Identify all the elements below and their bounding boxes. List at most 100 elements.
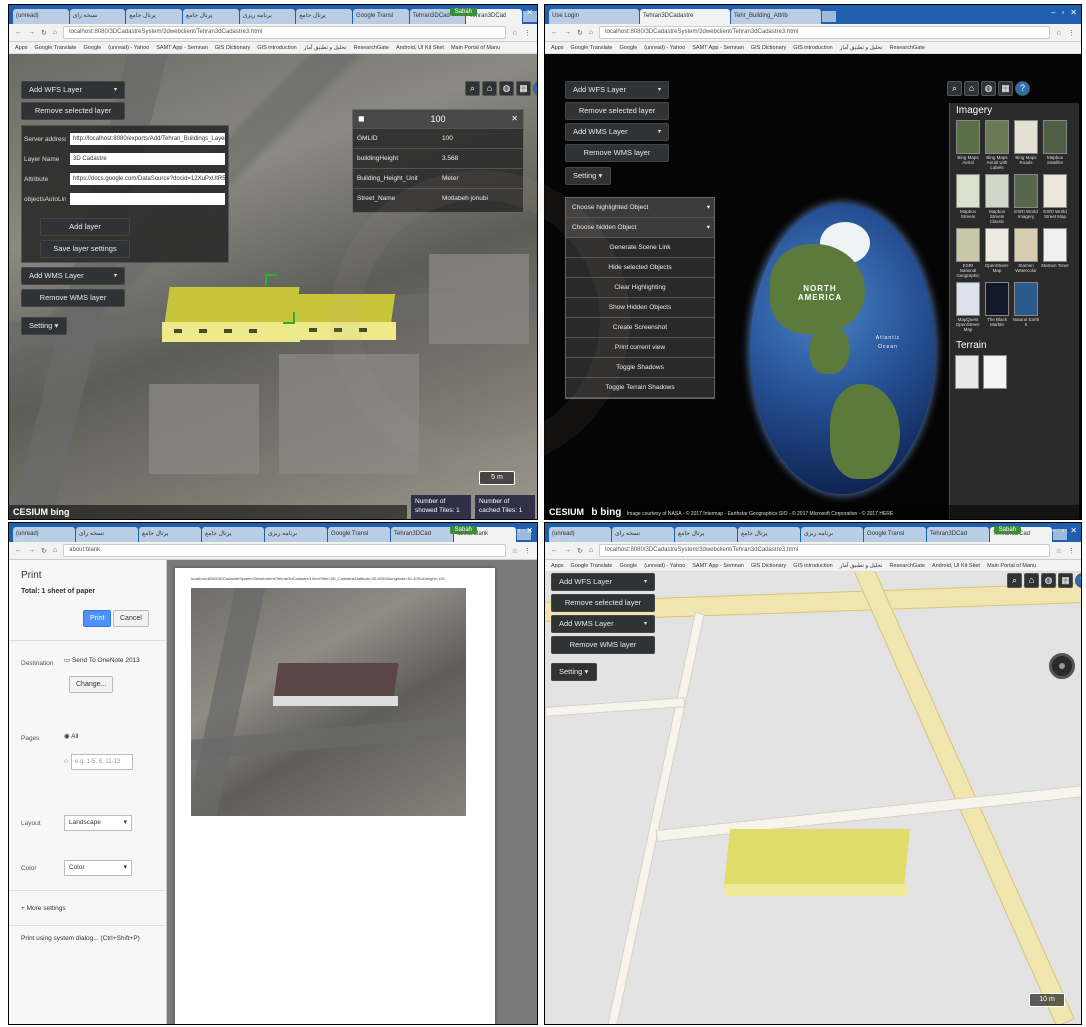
bookmark[interactable]: GIS introduction (793, 563, 832, 569)
browser-tab[interactable]: نسخه رای (76, 527, 138, 542)
attribute-input[interactable]: https://docs.google.com/DataSource?docid… (70, 173, 225, 185)
globe-icon[interactable]: ◍ (1041, 573, 1056, 588)
star-icon[interactable]: ☆ (512, 547, 518, 555)
close-icon[interactable]: ✕ (1070, 526, 1077, 535)
setting-dropdown[interactable]: Setting ▾ (21, 317, 67, 335)
cesium-logo[interactable]: CESIUM bing (13, 507, 70, 517)
camera-icon[interactable]: ◼ (358, 110, 365, 128)
browser-tab[interactable]: Tehr_Building_Attrib (731, 9, 821, 24)
bookmark[interactable]: Google (619, 45, 637, 51)
imagery-option[interactable]: ESRI National Geographic (955, 228, 981, 278)
search-icon[interactable]: ⌕ (947, 81, 962, 96)
globe-icon[interactable]: ◍ (499, 81, 514, 96)
imagery-option[interactable]: Mapbox Satellite (1042, 120, 1068, 170)
back-icon[interactable]: ← (15, 547, 22, 554)
bookmark[interactable]: Android, UI Kit Sket (932, 563, 980, 569)
bookmark[interactable]: GIS Dictionary (215, 45, 250, 51)
help-icon[interactable]: ? (1015, 81, 1030, 96)
back-icon[interactable]: ← (551, 547, 558, 554)
layers-icon[interactable]: ▦ (516, 81, 531, 96)
remove-wms-layer-button[interactable]: Remove WMS layer (565, 144, 669, 162)
imagery-option[interactable]: Bing Maps Roads (1013, 120, 1039, 170)
clear-highlighting-item[interactable]: Clear Highlighting (566, 278, 714, 298)
star-icon[interactable]: ☆ (1056, 547, 1062, 555)
menu-icon[interactable]: ⋮ (1068, 29, 1075, 37)
bookmark[interactable]: Google Translate (571, 563, 613, 569)
imagery-option[interactable]: Bing Maps Aerial (955, 120, 981, 170)
remove-wms-layer-button[interactable]: Remove WMS layer (551, 636, 655, 654)
bookmark[interactable]: Main Portal of Manu (987, 563, 1036, 569)
back-icon[interactable]: ← (551, 29, 558, 36)
home-icon[interactable]: ⌂ (964, 81, 979, 96)
create-screenshot-item[interactable]: Create Screenshot (566, 318, 714, 338)
browser-tab[interactable]: نسخه رای (612, 527, 674, 542)
reload-icon[interactable]: ↻ (41, 547, 47, 555)
close-icon[interactable]: ✕ (526, 526, 533, 535)
generate-scene-link-item[interactable]: Generate Scene Link (566, 238, 714, 258)
add-wfs-layer-dropdown[interactable]: Add WFS Layer ▾ (21, 81, 125, 99)
reload-icon[interactable]: ↻ (41, 29, 47, 37)
bookmark[interactable]: GIS Dictionary (751, 563, 786, 569)
add-wms-layer-dropdown[interactable]: Add WMS Layer ▾ (551, 615, 655, 633)
building-roof[interactable] (723, 829, 911, 887)
show-hidden-objects-item[interactable]: Show Hidden Objects (566, 298, 714, 318)
layers-icon[interactable]: ▦ (1058, 573, 1073, 588)
building-roof[interactable] (290, 294, 396, 324)
imagery-option[interactable]: MapQuest OpenStreet-Map (955, 282, 981, 332)
toggle-terrain-shadows-item[interactable]: Toggle Terrain Shadows (566, 378, 714, 398)
hide-selected-objects-item[interactable]: Hide selected Objects (566, 258, 714, 278)
remove-selected-layer-button[interactable]: Remove selected layer (565, 102, 669, 120)
forward-icon[interactable]: → (28, 547, 35, 554)
pages-range-input[interactable]: e.g. 1-5, 8, 11-13 (71, 754, 133, 770)
home-icon[interactable]: ⌂ (53, 547, 57, 554)
minimize-icon[interactable]: – (507, 526, 511, 535)
minimize-icon[interactable]: – (1051, 8, 1055, 17)
setting-dropdown[interactable]: Setting ▾ (565, 167, 611, 185)
pages-range-radio[interactable]: ○ (64, 758, 68, 765)
cancel-button[interactable]: Cancel (113, 610, 149, 627)
print-current-view-item[interactable]: Print current view (566, 338, 714, 358)
add-wms-layer-dropdown[interactable]: Add WMS Layer ▾ (565, 123, 669, 141)
browser-tab[interactable]: برنامه ریزی (265, 527, 327, 542)
help-icon[interactable]: ? (1075, 573, 1081, 588)
bookmark[interactable]: GIS introduction (793, 45, 832, 51)
autolink-input[interactable] (70, 193, 225, 205)
forward-icon[interactable]: → (564, 29, 571, 36)
browser-tab[interactable]: (unread) (549, 527, 611, 542)
browser-tab-active[interactable]: Tehran3DCadastre (640, 9, 730, 24)
menu-icon[interactable]: ⋮ (1068, 547, 1075, 555)
browser-tab[interactable]: پرتال جامع (139, 527, 201, 542)
url-input[interactable]: localhost:8080/3DCadastreSystem/3dwebcli… (599, 544, 1050, 557)
browser-tab[interactable]: نسخه رای (69, 9, 126, 24)
terrain-option-stk[interactable] (983, 355, 1007, 389)
imagery-option[interactable]: OpenStreet-Map (984, 228, 1010, 278)
home-icon[interactable]: ⌂ (482, 81, 497, 96)
browser-tab[interactable]: Tehran3DCad (927, 527, 989, 542)
home-icon[interactable]: ⌂ (1024, 573, 1039, 588)
change-destination-button[interactable]: Change... (69, 676, 114, 693)
browser-tab[interactable]: پرتال جامع (202, 527, 264, 542)
system-dialog-link[interactable]: Print using system dialog... (Ctrl+Shift… (21, 935, 140, 942)
bookmark[interactable]: SAMT App - Semnan (692, 563, 744, 569)
terrain-option-ellipsoid[interactable] (955, 355, 979, 389)
browser-tab[interactable]: Use Login (549, 9, 639, 24)
browser-tab[interactable]: پرتال جامع (183, 9, 239, 24)
user-badge[interactable]: Sabah (993, 526, 1021, 534)
home-icon[interactable]: ⌂ (53, 29, 57, 36)
user-badge[interactable]: Sabah (449, 8, 477, 16)
remove-wms-layer-button[interactable]: Remove WMS layer (21, 289, 125, 307)
bookmark[interactable]: (unread) - Yahoo (108, 45, 149, 51)
save-layer-settings-button[interactable]: Save layer settings (40, 240, 130, 258)
layer-name-input[interactable]: 3D Cadastre (70, 153, 225, 165)
browser-tab[interactable]: Tehran3DCad (391, 527, 453, 542)
menu-icon[interactable]: ⋮ (524, 547, 531, 555)
close-icon[interactable]: ✕ (1070, 8, 1077, 17)
imagery-option[interactable]: Bing Maps Aerial with Labels (984, 120, 1010, 170)
bookmark[interactable]: تحلیل و تطبیق آمار (840, 563, 883, 569)
toggle-shadows-item[interactable]: Toggle Shadows (566, 358, 714, 378)
home-icon[interactable]: ⌂ (589, 29, 593, 36)
bookmark[interactable]: Google (83, 45, 101, 51)
earth-globe[interactable]: NORTH AMERICA Atlantic Ocean (750, 204, 935, 494)
bookmark[interactable]: Android, UI Kit Sket (396, 45, 444, 51)
url-input[interactable]: localhost:8080/3DCadastreSystem/3dwebcli… (63, 26, 506, 39)
